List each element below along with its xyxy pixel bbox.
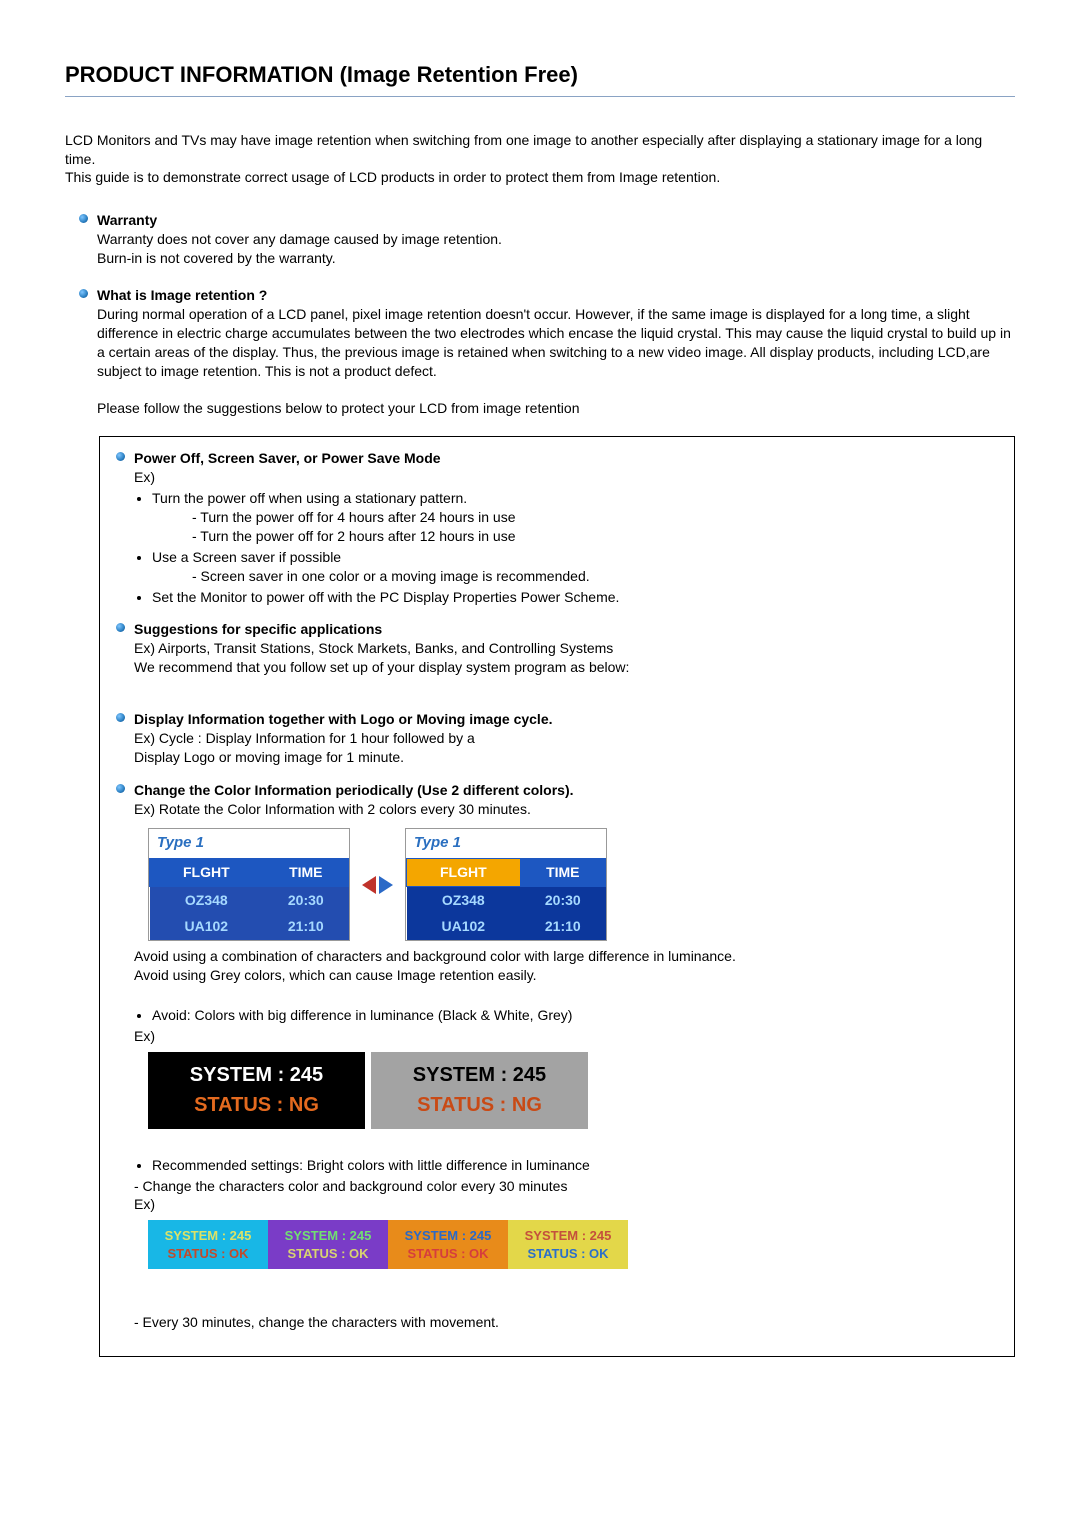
- warranty-l2: Burn-in is not covered by the warranty.: [97, 249, 1015, 268]
- type1-label-left: Type 1: [149, 829, 349, 857]
- poweroff-b2: Use a Screen saver if possible - Screen …: [152, 548, 1008, 586]
- flight-block-left: Type 1 FLGHT TIME OZ348 20:30 UA102 21:1…: [148, 828, 350, 941]
- figure-bw: SYSTEM : 245 STATUS : NG SYSTEM : 245 ST…: [148, 1052, 1008, 1129]
- flight-block-right: Type 1 FLGHT TIME OZ348 20:30 UA102 21:1…: [405, 828, 607, 941]
- poweroff-b2a: - Screen saver in one color or a moving …: [152, 567, 1008, 586]
- figure-type1: Type 1 FLGHT TIME OZ348 20:30 UA102 21:1…: [148, 828, 1008, 941]
- intro: LCD Monitors and TVs may have image rete…: [65, 131, 1015, 188]
- cell: UA102: [407, 913, 521, 940]
- final-line: - Every 30 minutes, change the character…: [134, 1313, 1008, 1332]
- changecolor-l1: Ex) Rotate the Color Information with 2 …: [134, 800, 1008, 819]
- th-flight: FLGHT: [150, 858, 264, 886]
- section-what-is: What is Image retention ? During normal …: [65, 286, 1015, 418]
- recommended-bullet: Recommended settings: Bright colors with…: [152, 1156, 1008, 1175]
- warranty-l1: Warranty does not cover any damage cause…: [97, 230, 1015, 249]
- suggestions-l2: We recommend that you follow set up of y…: [134, 658, 1008, 677]
- cell: OZ348: [150, 886, 264, 913]
- figure-color-panels: SYSTEM : 245 STATUS : OK SYSTEM : 245 ST…: [148, 1220, 1008, 1269]
- poweroff-b3: Set the Monitor to power off with the PC…: [152, 588, 1008, 607]
- section-dispinfo: Display Information together with Logo o…: [108, 710, 1008, 767]
- suggestions-heading: Suggestions for specific applications: [134, 620, 1008, 639]
- cell: 21:10: [263, 913, 348, 940]
- intro-p2: This guide is to demonstrate correct usa…: [65, 168, 1015, 187]
- bw-panel-black: SYSTEM : 245 STATUS : NG: [148, 1052, 365, 1129]
- poweroff-heading: Power Off, Screen Saver, or Power Save M…: [134, 449, 1008, 468]
- dispinfo-heading: Display Information together with Logo o…: [134, 710, 1008, 729]
- avoid-bullet: Avoid: Colors with big difference in lum…: [152, 1006, 1008, 1025]
- section-poweroff: Power Off, Screen Saver, or Power Save M…: [108, 449, 1008, 606]
- cell: 21:10: [520, 913, 605, 940]
- poweroff-b1: Turn the power off when using a stationa…: [152, 489, 1008, 546]
- cell: 20:30: [520, 886, 605, 913]
- color-panel-3: SYSTEM : 245 STATUS : OK: [388, 1220, 508, 1269]
- ex2-label: Ex): [134, 1027, 1008, 1046]
- color-panel-4: SYSTEM : 245 STATUS : OK: [508, 1220, 628, 1269]
- cell: UA102: [150, 913, 264, 940]
- intro-p1: LCD Monitors and TVs may have image rete…: [65, 131, 1015, 169]
- th-time: TIME: [520, 858, 605, 886]
- avoid-text2: Avoid using Grey colors, which can cause…: [134, 966, 1008, 985]
- whatis-follow: Please follow the suggestions below to p…: [97, 399, 1015, 418]
- dispinfo-l1: Ex) Cycle : Display Information for 1 ho…: [134, 729, 1008, 748]
- type1-label-right: Type 1: [406, 829, 606, 857]
- changecolor-heading: Change the Color Information periodicall…: [134, 781, 1008, 800]
- color-panel-1: SYSTEM : 245 STATUS : OK: [148, 1220, 268, 1269]
- cell: OZ348: [407, 886, 521, 913]
- suggestion-box: Power Off, Screen Saver, or Power Save M…: [99, 436, 1015, 1357]
- whatis-heading: What is Image retention ?: [97, 286, 1015, 305]
- swap-arrows-icon: [362, 876, 393, 894]
- dispinfo-l2: Display Logo or moving image for 1 minut…: [134, 748, 1008, 767]
- whatis-body: During normal operation of a LCD panel, …: [97, 305, 1015, 381]
- avoid-text1: Avoid using a combination of characters …: [134, 947, 1008, 966]
- suggestions-l1: Ex) Airports, Transit Stations, Stock Ma…: [134, 639, 1008, 658]
- section-warranty: Warranty Warranty does not cover any dam…: [65, 211, 1015, 268]
- warranty-heading: Warranty: [97, 211, 1015, 230]
- th-time: TIME: [263, 858, 348, 886]
- color-panel-2: SYSTEM : 245 STATUS : OK: [268, 1220, 388, 1269]
- poweroff-b1a: - Turn the power off for 4 hours after 2…: [152, 508, 1008, 527]
- poweroff-ex: Ex): [134, 468, 1008, 487]
- section-suggestions: Suggestions for specific applications Ex…: [108, 620, 1008, 677]
- recommended-line: - Change the characters color and backgr…: [134, 1177, 1008, 1196]
- page-title: PRODUCT INFORMATION (Image Retention Fre…: [65, 60, 1015, 90]
- divider: [65, 96, 1015, 97]
- cell: 20:30: [263, 886, 348, 913]
- poweroff-b1b: - Turn the power off for 2 hours after 1…: [152, 527, 1008, 546]
- ex3-label: Ex): [134, 1195, 1008, 1214]
- section-changecolor: Change the Color Information periodicall…: [108, 781, 1008, 1332]
- th-flight: FLGHT: [407, 858, 521, 886]
- bw-panel-grey: SYSTEM : 245 STATUS : NG: [371, 1052, 588, 1129]
